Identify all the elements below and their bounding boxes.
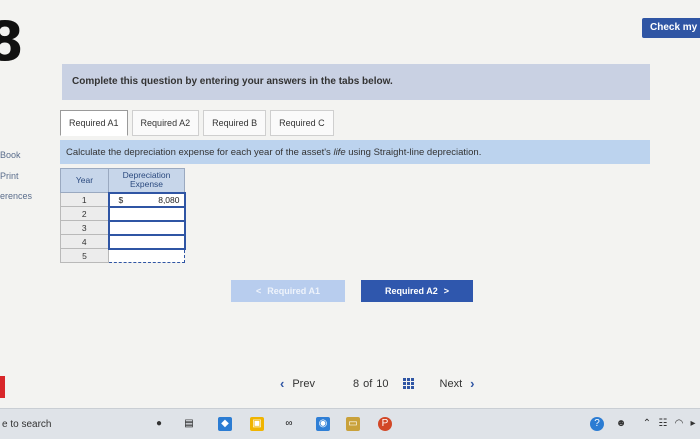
question-instruction: Calculate the depreciation expense for e… [60,140,650,164]
chevron-right-icon[interactable]: › [470,376,474,391]
table-row: 1 $8,080 [60,191,186,208]
expense-input[interactable] [107,233,186,250]
app-icon[interactable]: ◆ [218,417,232,431]
year-cell: 4 [60,234,109,249]
sidebar-item-book[interactable]: Book [0,150,21,160]
wifi-icon[interactable]: ◠ [672,417,686,431]
instruction-text: Calculate the depreciation expense for e… [66,147,334,158]
previous-tab-button[interactable]: < Required A1 [231,280,345,302]
depreciation-table: Year Depreciation Expense 1 $8,080 2 3 4… [60,168,186,263]
tab-required-a2[interactable]: Required A2 [131,110,200,136]
store-icon[interactable]: ▣ [250,417,264,431]
question-grid-icon[interactable] [402,378,414,389]
question-pager: ‹ Prev 8 of 10 Next › [280,376,475,391]
pager-of: of [363,377,373,390]
help-icon[interactable]: ? [590,417,604,431]
user-icon[interactable]: ☻ [614,417,628,431]
tab-required-c[interactable]: Required C [270,110,334,136]
taskbar-search[interactable]: e to search [2,419,51,430]
chevron-left-icon: < [256,286,262,296]
year-cell: 3 [60,220,109,235]
infinity-icon[interactable]: ∞ [282,417,296,431]
currency-symbol: $ [118,194,124,205]
chevron-left-icon[interactable]: ‹ [280,376,284,391]
year-cell: 1 [60,192,109,207]
next-tab-label: Required A2 [385,286,438,296]
microphone-icon[interactable]: ● [152,417,166,431]
browser-icon[interactable]: ◉ [316,417,330,431]
total-questions: 10 [376,377,389,390]
tab-required-b[interactable]: Required B [203,110,267,136]
instructions-banner: Complete this question by entering your … [62,64,650,100]
folder-icon[interactable]: ▭ [346,417,360,431]
column-header-depreciation-expense: Depreciation Expense [108,168,185,193]
speaker-icon[interactable]: ▸ [686,417,700,431]
year-cell: 2 [60,206,109,221]
windows-taskbar: e to search ● ▤ ◆ ▣ ∞ ◉ ▭ P ? ☻ ⌃ ☷ ◠ ▸ [0,408,700,439]
year-cell: 5 [60,248,109,263]
previous-tab-label: Required A1 [267,286,320,296]
chevron-right-icon: > [443,286,449,296]
expense-input[interactable] [107,219,186,236]
tab-bar: Required A1 Required A2 Required B Requi… [60,110,334,136]
instruction-italic: life [333,147,346,158]
next-tab-button[interactable]: Required A2 > [361,280,473,302]
network-icon[interactable]: ☷ [656,417,670,431]
question-page: Check my 8 Book Print erences Complete t… [0,0,700,408]
sidebar-item-references[interactable]: erences [0,191,32,201]
column-header-year: Year [60,168,109,193]
instruction-text-end: using Straight-line depreciation. [345,147,482,158]
expense-value: 8,080 [158,194,180,205]
expense-input[interactable] [107,205,186,222]
question-number: 8 [0,10,24,73]
expense-input[interactable] [108,248,185,263]
sidebar-item-print[interactable]: Print [0,171,19,181]
check-my-work-button[interactable]: Check my [642,18,700,38]
chevron-up-icon[interactable]: ⌃ [640,417,654,431]
tab-required-a1[interactable]: Required A1 [60,110,128,136]
prev-question-link[interactable]: Prev [292,378,315,390]
flag-marker [0,376,5,398]
table-row: 3 [60,219,186,236]
task-view-icon[interactable]: ▤ [182,417,196,431]
powerpoint-icon[interactable]: P [378,417,392,431]
table-row: 2 [60,205,186,222]
table-row: 4 [60,233,186,250]
next-question-link[interactable]: Next [440,378,463,390]
table-row: 5 [60,248,185,263]
expense-input[interactable]: $8,080 [107,191,186,208]
current-question: 8 [352,377,360,390]
